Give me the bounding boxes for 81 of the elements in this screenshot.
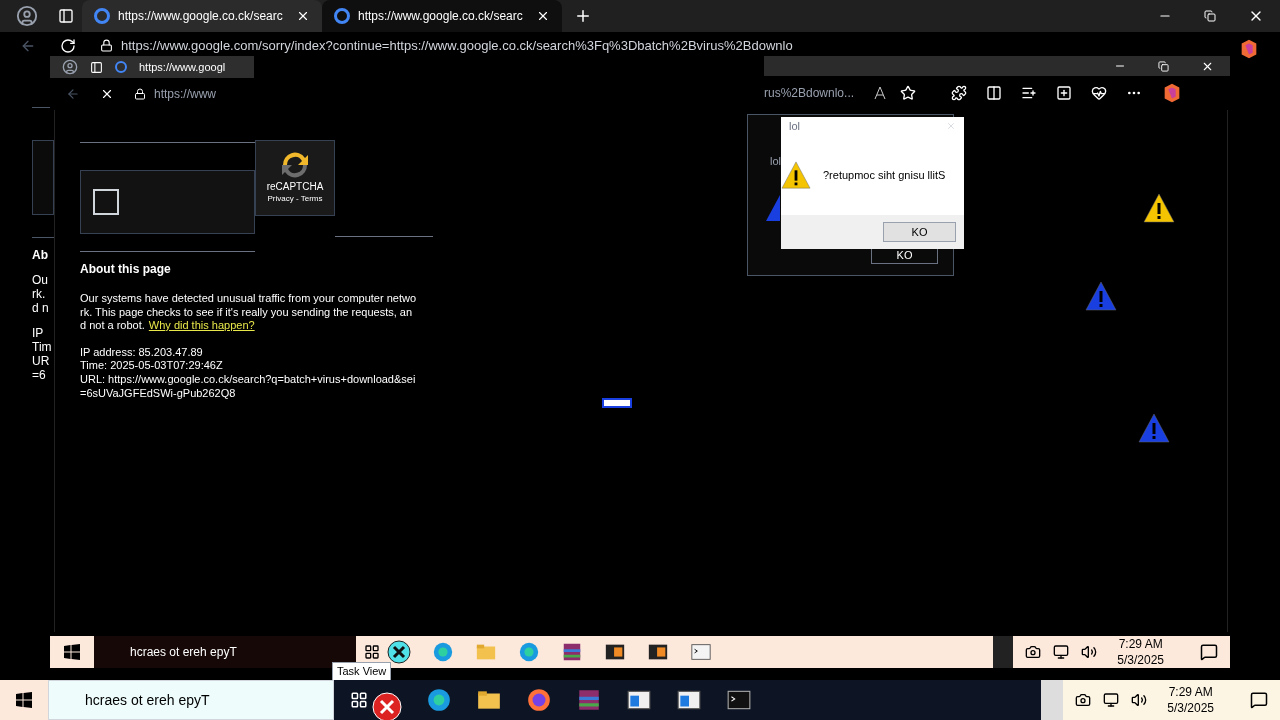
paragraph-line: d not a robot. xyxy=(80,319,145,333)
detail-line: Time: 2025-05-03T07:29:46Z xyxy=(80,359,224,373)
detail-line: URL: https://www.google.co.ck/search?q=batch+virus+download&sei xyxy=(80,372,417,387)
archive-icon[interactable] xyxy=(576,687,602,713)
back-icon[interactable] xyxy=(66,87,80,101)
terminal-icon[interactable] xyxy=(690,641,712,663)
back-icon[interactable] xyxy=(20,38,36,54)
tab-title: https://www.google.co.ck/searc xyxy=(118,8,284,25)
paragraph-line: d n xyxy=(32,301,49,315)
volume-icon[interactable] xyxy=(1081,644,1098,660)
tab-title: https://www.google.co.ck/searc xyxy=(358,8,524,25)
dialog-title: lol xyxy=(770,154,781,169)
dialog-message: ?retupmoc siht gnisu llitS xyxy=(823,167,946,183)
network-icon[interactable] xyxy=(1053,644,1070,660)
tooltip: Task View xyxy=(332,662,392,681)
close-circle-icon xyxy=(387,640,411,664)
tray-button[interactable] xyxy=(993,636,1014,668)
detail-line: UR xyxy=(32,354,50,368)
paragraph-line: rk. xyxy=(32,287,46,301)
health-icon[interactable] xyxy=(1091,85,1108,101)
section-heading: About this page xyxy=(80,261,172,278)
error-icon xyxy=(372,692,402,720)
paragraph-line: rk. This page checks to see if it's really you sending the requests, an xyxy=(80,305,414,320)
close-tab-icon[interactable] xyxy=(536,9,550,23)
tab-actions-icon[interactable] xyxy=(58,8,74,24)
restore-icon[interactable] xyxy=(1158,60,1169,72)
split-screen-icon[interactable] xyxy=(986,85,1003,101)
ok-button[interactable]: KO xyxy=(883,222,956,242)
detail-line: Tim xyxy=(32,340,52,354)
address-bar-url[interactable]: https://www xyxy=(154,85,216,103)
new-tab-icon[interactable] xyxy=(574,7,592,25)
warning-icon xyxy=(781,160,811,190)
section-heading: Ab xyxy=(32,248,48,262)
favorites-icon[interactable] xyxy=(1021,85,1038,101)
detail-line: IP xyxy=(32,326,44,340)
extensions-icon[interactable] xyxy=(951,85,968,101)
paragraph-line: Ou xyxy=(32,273,48,287)
glitch-fragment xyxy=(602,398,632,408)
browser-icon[interactable] xyxy=(426,687,452,713)
network-icon[interactable] xyxy=(1103,692,1120,708)
lock-icon[interactable] xyxy=(100,39,113,52)
tab-actions-icon[interactable] xyxy=(90,60,103,74)
task-view-icon[interactable] xyxy=(350,691,368,709)
clock-time: 7:29 AM xyxy=(1118,636,1163,652)
refresh-icon[interactable] xyxy=(60,38,76,54)
search-field[interactable]: hcraes ot ereh epyT xyxy=(94,636,356,668)
restore-icon[interactable] xyxy=(1204,10,1216,22)
notifications-icon[interactable] xyxy=(1200,643,1218,661)
captcha-checkbox[interactable] xyxy=(93,189,119,215)
collections-icon[interactable] xyxy=(1056,85,1073,101)
windows-logo-icon[interactable] xyxy=(64,644,80,660)
archive-icon[interactable] xyxy=(561,641,583,663)
profile-icon[interactable] xyxy=(62,59,78,75)
favorite-icon[interactable] xyxy=(900,85,917,101)
address-bar-url[interactable]: https://www.google.com/sorry/index?continue=https://www.google.co.ck/search%3Fq%3Dbatch%2Bvirus%2Bdownlo xyxy=(121,38,793,53)
task-view-icon[interactable] xyxy=(364,644,380,660)
clock-date: 5/3/2025 xyxy=(1167,700,1214,716)
dialog-title: lol xyxy=(789,118,800,134)
browser-tab[interactable]: https://www.google.co.ck/searc xyxy=(82,0,322,32)
volume-icon[interactable] xyxy=(1131,692,1148,708)
detail-line: IP address: 85.203.47.89 xyxy=(80,345,204,360)
recaptcha-label: reCAPTCHA xyxy=(266,181,324,193)
paragraph-line: Our systems have detected unusual traffic from your computer netwo xyxy=(80,292,418,306)
detail-line: =6 xyxy=(32,368,46,382)
close-tab-icon[interactable] xyxy=(296,9,310,23)
profile-icon[interactable] xyxy=(16,5,38,27)
search-field[interactable]: hcraes ot ereh epyT xyxy=(48,680,334,720)
address-bar-url[interactable]: rus%2Bdownlo... xyxy=(764,84,855,102)
camera-icon[interactable] xyxy=(1075,692,1092,708)
notifications-icon[interactable] xyxy=(1250,691,1268,709)
lock-icon[interactable] xyxy=(134,88,146,100)
why-link[interactable]: Why did this happen? xyxy=(148,319,255,333)
windows-logo-icon[interactable] xyxy=(16,692,32,708)
privacy-terms-link[interactable]: Privacy - Terms xyxy=(267,193,323,205)
camera-icon[interactable] xyxy=(1025,644,1042,660)
detail-line: =6sUVaJGFEdSWi-gPub262Q8 xyxy=(80,386,237,401)
browser-icon[interactable] xyxy=(526,687,552,713)
stop-loading-icon[interactable] xyxy=(100,87,114,101)
browser-tab[interactable]: https://www.google.co.ck/searc xyxy=(322,0,562,32)
clock-time: 7:29 AM xyxy=(1168,684,1213,700)
clock-date: 5/3/2025 xyxy=(1117,652,1164,668)
